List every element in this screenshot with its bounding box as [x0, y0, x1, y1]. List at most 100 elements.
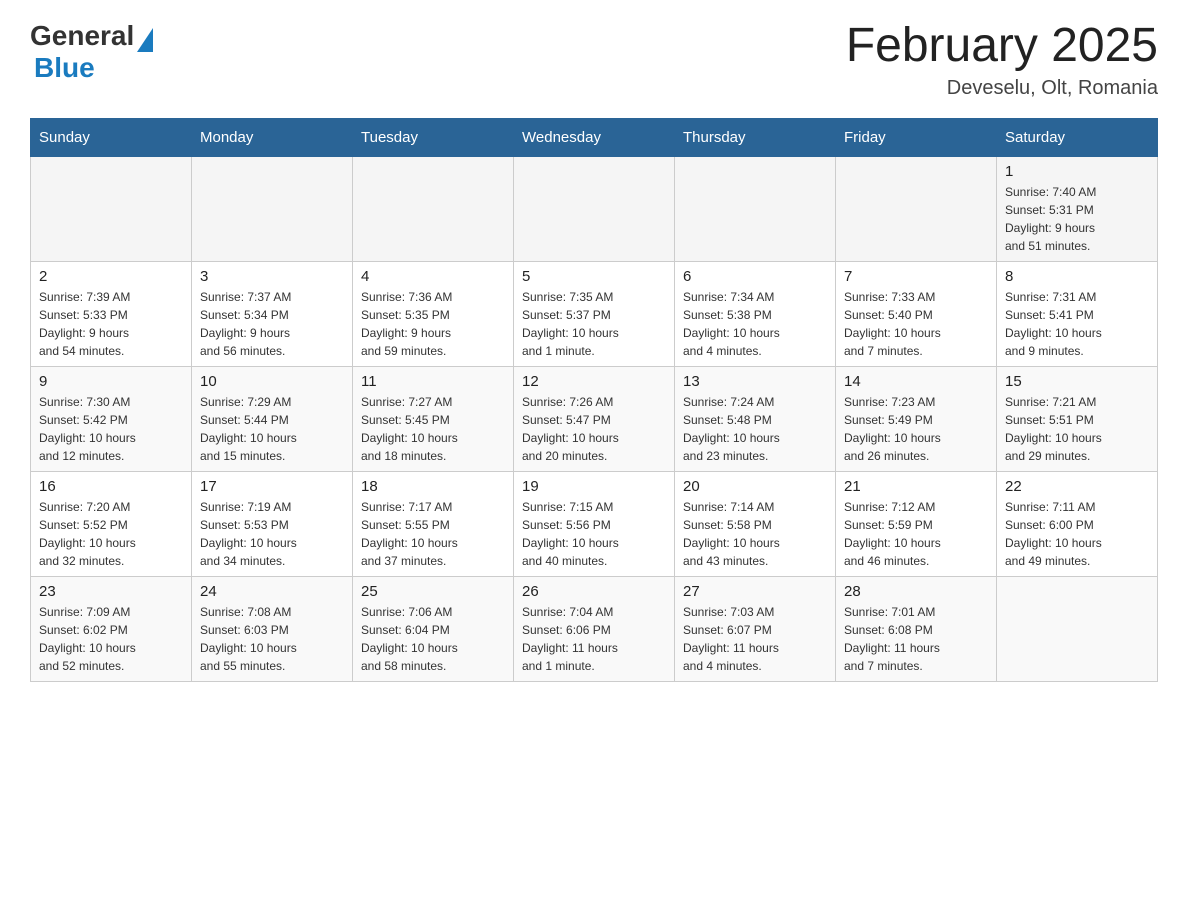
day-number: 6	[683, 268, 827, 285]
week-row-1: 1 Sunrise: 7:40 AM Sunset: 5:31 PM Daylig…	[31, 156, 1158, 261]
calendar-cell: 21 Sunrise: 7:12 AM Sunset: 5:59 PM Dayli…	[836, 471, 997, 576]
day-number: 9	[39, 373, 183, 390]
day-number: 23	[39, 583, 183, 600]
day-info: Sunrise: 7:29 AM Sunset: 5:44 PM Dayligh…	[200, 393, 344, 465]
day-number: 3	[200, 268, 344, 285]
logo-blue-text: Blue	[34, 52, 95, 84]
day-info: Sunrise: 7:04 AM Sunset: 6:06 PM Dayligh…	[522, 603, 666, 675]
calendar-cell: 11 Sunrise: 7:27 AM Sunset: 5:45 PM Dayli…	[353, 366, 514, 471]
day-info: Sunrise: 7:34 AM Sunset: 5:38 PM Dayligh…	[683, 288, 827, 360]
day-info: Sunrise: 7:24 AM Sunset: 5:48 PM Dayligh…	[683, 393, 827, 465]
day-number: 1	[1005, 163, 1149, 180]
day-number: 16	[39, 478, 183, 495]
day-info: Sunrise: 7:40 AM Sunset: 5:31 PM Dayligh…	[1005, 183, 1149, 255]
day-info: Sunrise: 7:37 AM Sunset: 5:34 PM Dayligh…	[200, 288, 344, 360]
day-number: 15	[1005, 373, 1149, 390]
day-number: 2	[39, 268, 183, 285]
week-row-3: 9 Sunrise: 7:30 AM Sunset: 5:42 PM Daylig…	[31, 366, 1158, 471]
calendar-cell	[192, 156, 353, 261]
calendar-cell	[353, 156, 514, 261]
day-info: Sunrise: 7:19 AM Sunset: 5:53 PM Dayligh…	[200, 498, 344, 570]
day-info: Sunrise: 7:20 AM Sunset: 5:52 PM Dayligh…	[39, 498, 183, 570]
calendar-cell: 8 Sunrise: 7:31 AM Sunset: 5:41 PM Daylig…	[997, 261, 1158, 366]
calendar-subtitle: Deveselu, Olt, Romania	[846, 77, 1158, 100]
day-number: 17	[200, 478, 344, 495]
day-info: Sunrise: 7:33 AM Sunset: 5:40 PM Dayligh…	[844, 288, 988, 360]
calendar-cell: 17 Sunrise: 7:19 AM Sunset: 5:53 PM Dayli…	[192, 471, 353, 576]
day-info: Sunrise: 7:17 AM Sunset: 5:55 PM Dayligh…	[361, 498, 505, 570]
calendar-cell: 9 Sunrise: 7:30 AM Sunset: 5:42 PM Daylig…	[31, 366, 192, 471]
day-number: 11	[361, 373, 505, 390]
calendar-cell: 26 Sunrise: 7:04 AM Sunset: 6:06 PM Dayli…	[514, 576, 675, 681]
day-number: 24	[200, 583, 344, 600]
calendar-cell: 2 Sunrise: 7:39 AM Sunset: 5:33 PM Daylig…	[31, 261, 192, 366]
day-info: Sunrise: 7:39 AM Sunset: 5:33 PM Dayligh…	[39, 288, 183, 360]
day-info: Sunrise: 7:27 AM Sunset: 5:45 PM Dayligh…	[361, 393, 505, 465]
logo-general-text: General	[30, 20, 134, 52]
day-number: 5	[522, 268, 666, 285]
day-info: Sunrise: 7:01 AM Sunset: 6:08 PM Dayligh…	[844, 603, 988, 675]
day-number: 25	[361, 583, 505, 600]
calendar-cell: 14Sunrise: 7:23 AM Sunset: 5:49 PM Dayli…	[836, 366, 997, 471]
day-info: Sunrise: 7:12 AM Sunset: 5:59 PM Dayligh…	[844, 498, 988, 570]
day-number: 26	[522, 583, 666, 600]
day-number: 22	[1005, 478, 1149, 495]
day-number: 18	[361, 478, 505, 495]
weekday-header-monday: Monday	[192, 118, 353, 156]
calendar-cell: 18 Sunrise: 7:17 AM Sunset: 5:55 PM Dayli…	[353, 471, 514, 576]
calendar-cell: 28Sunrise: 7:01 AM Sunset: 6:08 PM Dayli…	[836, 576, 997, 681]
calendar-cell	[31, 156, 192, 261]
calendar-cell	[675, 156, 836, 261]
calendar-cell: 12 Sunrise: 7:26 AM Sunset: 5:47 PM Dayli…	[514, 366, 675, 471]
weekday-header-wednesday: Wednesday	[514, 118, 675, 156]
calendar-cell: 13Sunrise: 7:24 AM Sunset: 5:48 PM Dayli…	[675, 366, 836, 471]
calendar-cell: 25 Sunrise: 7:06 AM Sunset: 6:04 PM Dayli…	[353, 576, 514, 681]
calendar-cell: 6 Sunrise: 7:34 AM Sunset: 5:38 PM Daylig…	[675, 261, 836, 366]
calendar-cell: 5Sunrise: 7:35 AM Sunset: 5:37 PM Daylig…	[514, 261, 675, 366]
week-row-2: 2 Sunrise: 7:39 AM Sunset: 5:33 PM Daylig…	[31, 261, 1158, 366]
day-info: Sunrise: 7:09 AM Sunset: 6:02 PM Dayligh…	[39, 603, 183, 675]
calendar-cell: 1 Sunrise: 7:40 AM Sunset: 5:31 PM Daylig…	[997, 156, 1158, 261]
day-info: Sunrise: 7:11 AM Sunset: 6:00 PM Dayligh…	[1005, 498, 1149, 570]
weekday-header-row: SundayMondayTuesdayWednesdayThursdayFrid…	[31, 118, 1158, 156]
weekday-header-friday: Friday	[836, 118, 997, 156]
week-row-4: 16 Sunrise: 7:20 AM Sunset: 5:52 PM Dayli…	[31, 471, 1158, 576]
title-area: February 2025 Deveselu, Olt, Romania	[846, 20, 1158, 100]
day-info: Sunrise: 7:26 AM Sunset: 5:47 PM Dayligh…	[522, 393, 666, 465]
day-info: Sunrise: 7:14 AM Sunset: 5:58 PM Dayligh…	[683, 498, 827, 570]
day-number: 14	[844, 373, 988, 390]
day-number: 27	[683, 583, 827, 600]
calendar-cell: 15 Sunrise: 7:21 AM Sunset: 5:51 PM Dayli…	[997, 366, 1158, 471]
calendar-cell: 3 Sunrise: 7:37 AM Sunset: 5:34 PM Daylig…	[192, 261, 353, 366]
day-number: 12	[522, 373, 666, 390]
page-header: General Blue February 2025 Deveselu, Olt…	[30, 20, 1158, 100]
day-number: 21	[844, 478, 988, 495]
calendar-cell: 16 Sunrise: 7:20 AM Sunset: 5:52 PM Dayli…	[31, 471, 192, 576]
day-info: Sunrise: 7:15 AM Sunset: 5:56 PM Dayligh…	[522, 498, 666, 570]
day-number: 10	[200, 373, 344, 390]
calendar-cell: 22 Sunrise: 7:11 AM Sunset: 6:00 PM Dayli…	[997, 471, 1158, 576]
day-info: Sunrise: 7:36 AM Sunset: 5:35 PM Dayligh…	[361, 288, 505, 360]
weekday-header-sunday: Sunday	[31, 118, 192, 156]
calendar-cell: 4 Sunrise: 7:36 AM Sunset: 5:35 PM Daylig…	[353, 261, 514, 366]
day-number: 8	[1005, 268, 1149, 285]
week-row-5: 23 Sunrise: 7:09 AM Sunset: 6:02 PM Dayli…	[31, 576, 1158, 681]
weekday-header-tuesday: Tuesday	[353, 118, 514, 156]
calendar-cell: 7Sunrise: 7:33 AM Sunset: 5:40 PM Daylig…	[836, 261, 997, 366]
day-info: Sunrise: 7:21 AM Sunset: 5:51 PM Dayligh…	[1005, 393, 1149, 465]
day-number: 19	[522, 478, 666, 495]
day-info: Sunrise: 7:03 AM Sunset: 6:07 PM Dayligh…	[683, 603, 827, 675]
day-number: 4	[361, 268, 505, 285]
weekday-header-thursday: Thursday	[675, 118, 836, 156]
day-info: Sunrise: 7:31 AM Sunset: 5:41 PM Dayligh…	[1005, 288, 1149, 360]
calendar-cell: 20Sunrise: 7:14 AM Sunset: 5:58 PM Dayli…	[675, 471, 836, 576]
calendar-cell: 27 Sunrise: 7:03 AM Sunset: 6:07 PM Dayli…	[675, 576, 836, 681]
calendar-cell	[514, 156, 675, 261]
calendar-cell: 24Sunrise: 7:08 AM Sunset: 6:03 PM Dayli…	[192, 576, 353, 681]
day-info: Sunrise: 7:06 AM Sunset: 6:04 PM Dayligh…	[361, 603, 505, 675]
calendar-cell: 10 Sunrise: 7:29 AM Sunset: 5:44 PM Dayli…	[192, 366, 353, 471]
day-info: Sunrise: 7:30 AM Sunset: 5:42 PM Dayligh…	[39, 393, 183, 465]
calendar-table: SundayMondayTuesdayWednesdayThursdayFrid…	[30, 118, 1158, 682]
calendar-cell	[997, 576, 1158, 681]
calendar-cell: 23 Sunrise: 7:09 AM Sunset: 6:02 PM Dayli…	[31, 576, 192, 681]
